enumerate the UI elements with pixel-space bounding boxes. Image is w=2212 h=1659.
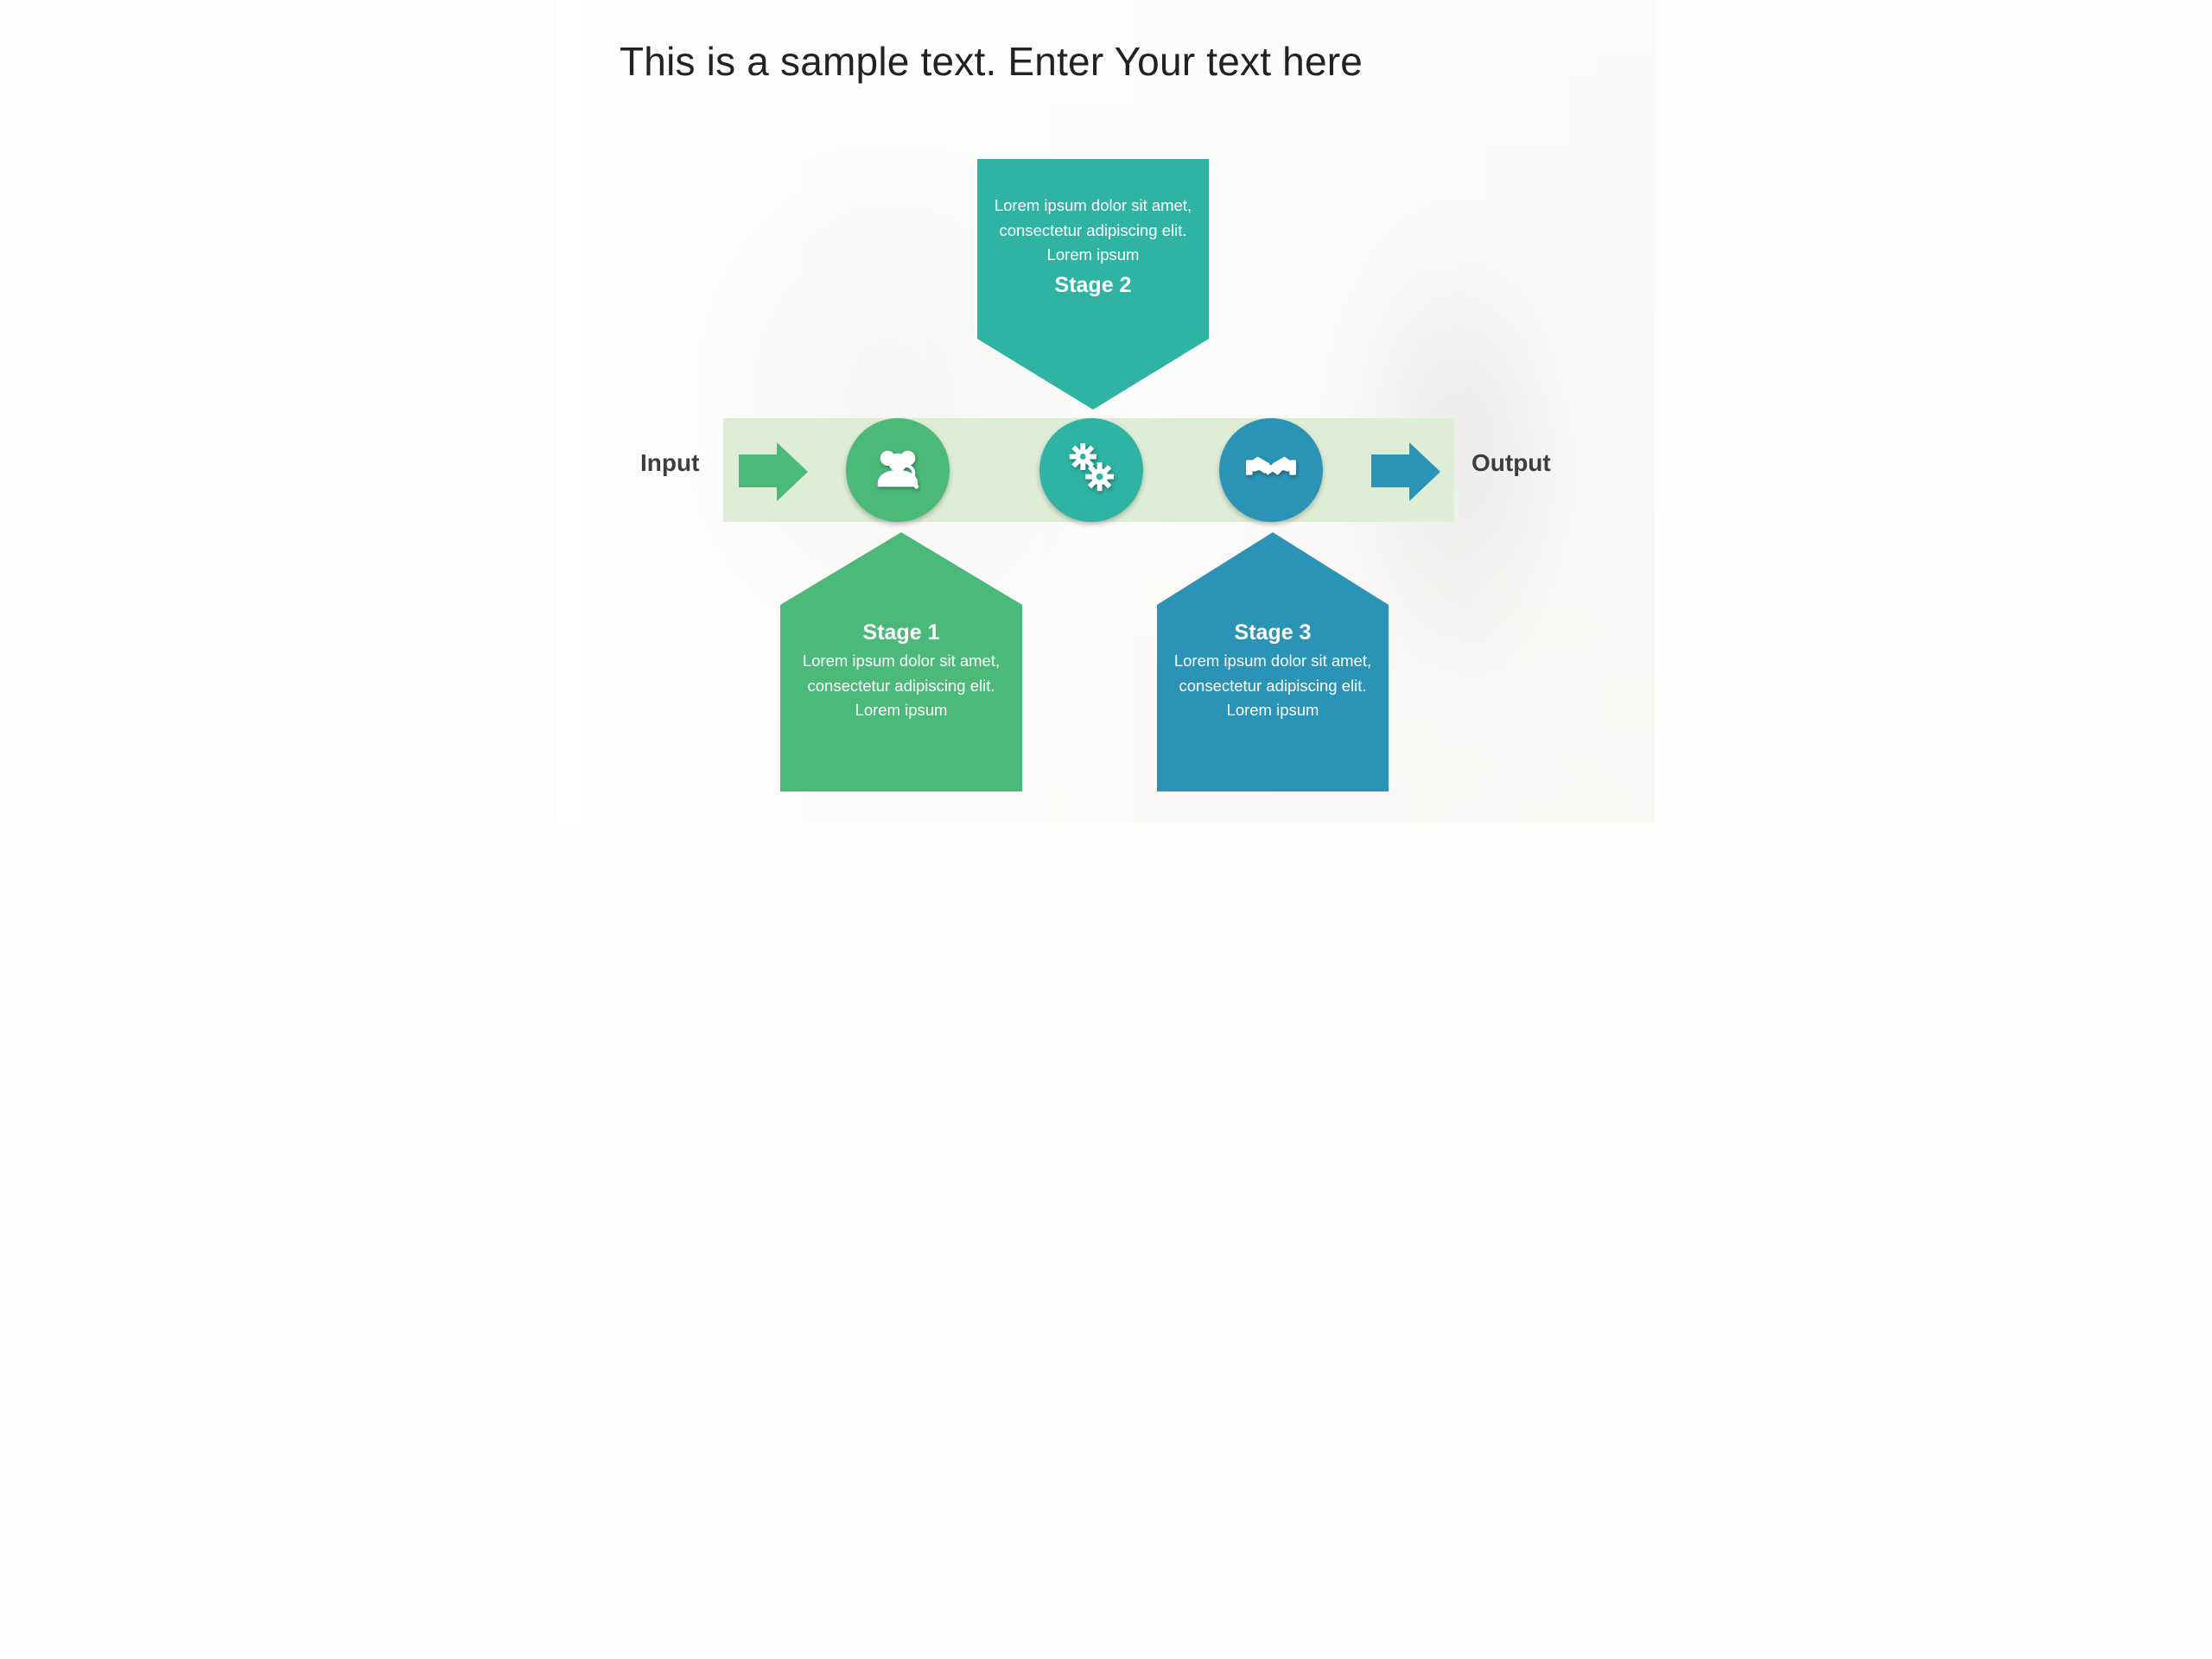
stage-3-desc: Lorem ipsum dolor sit amet, consectetur … [1173,649,1373,723]
stage-2-title: Stage 2 [993,273,1193,298]
input-label: Input [640,449,699,477]
stage-2-callout: Lorem ipsum dolor sit amet, consectetur … [977,159,1209,410]
stage-3-circle [1219,418,1323,522]
stage-1-circle [846,418,950,522]
slide-title: This is a sample text. Enter Your text h… [620,38,1363,85]
stage-2-desc: Lorem ipsum dolor sit amet, consectetur … [993,194,1193,268]
callout-point-up-icon [780,532,1022,605]
people-search-icon [871,442,925,499]
stage-1-desc: Lorem ipsum dolor sit amet, consectetur … [796,649,1007,723]
callout-point-down-icon [977,339,1209,410]
handshake-icon [1244,442,1298,499]
background-wash [557,0,1655,823]
slide: This is a sample text. Enter Your text h… [557,0,1655,823]
output-label: Output [1471,449,1551,477]
stage-1-title: Stage 1 [796,620,1007,645]
stage-2-circle [1039,418,1143,522]
stage-3-title: Stage 3 [1173,620,1373,645]
gears-icon [1065,442,1118,499]
callout-point-up-icon [1157,532,1389,605]
stage-3-callout: Stage 3 Lorem ipsum dolor sit amet, cons… [1157,532,1389,791]
stage-1-callout: Stage 1 Lorem ipsum dolor sit amet, cons… [780,532,1022,791]
